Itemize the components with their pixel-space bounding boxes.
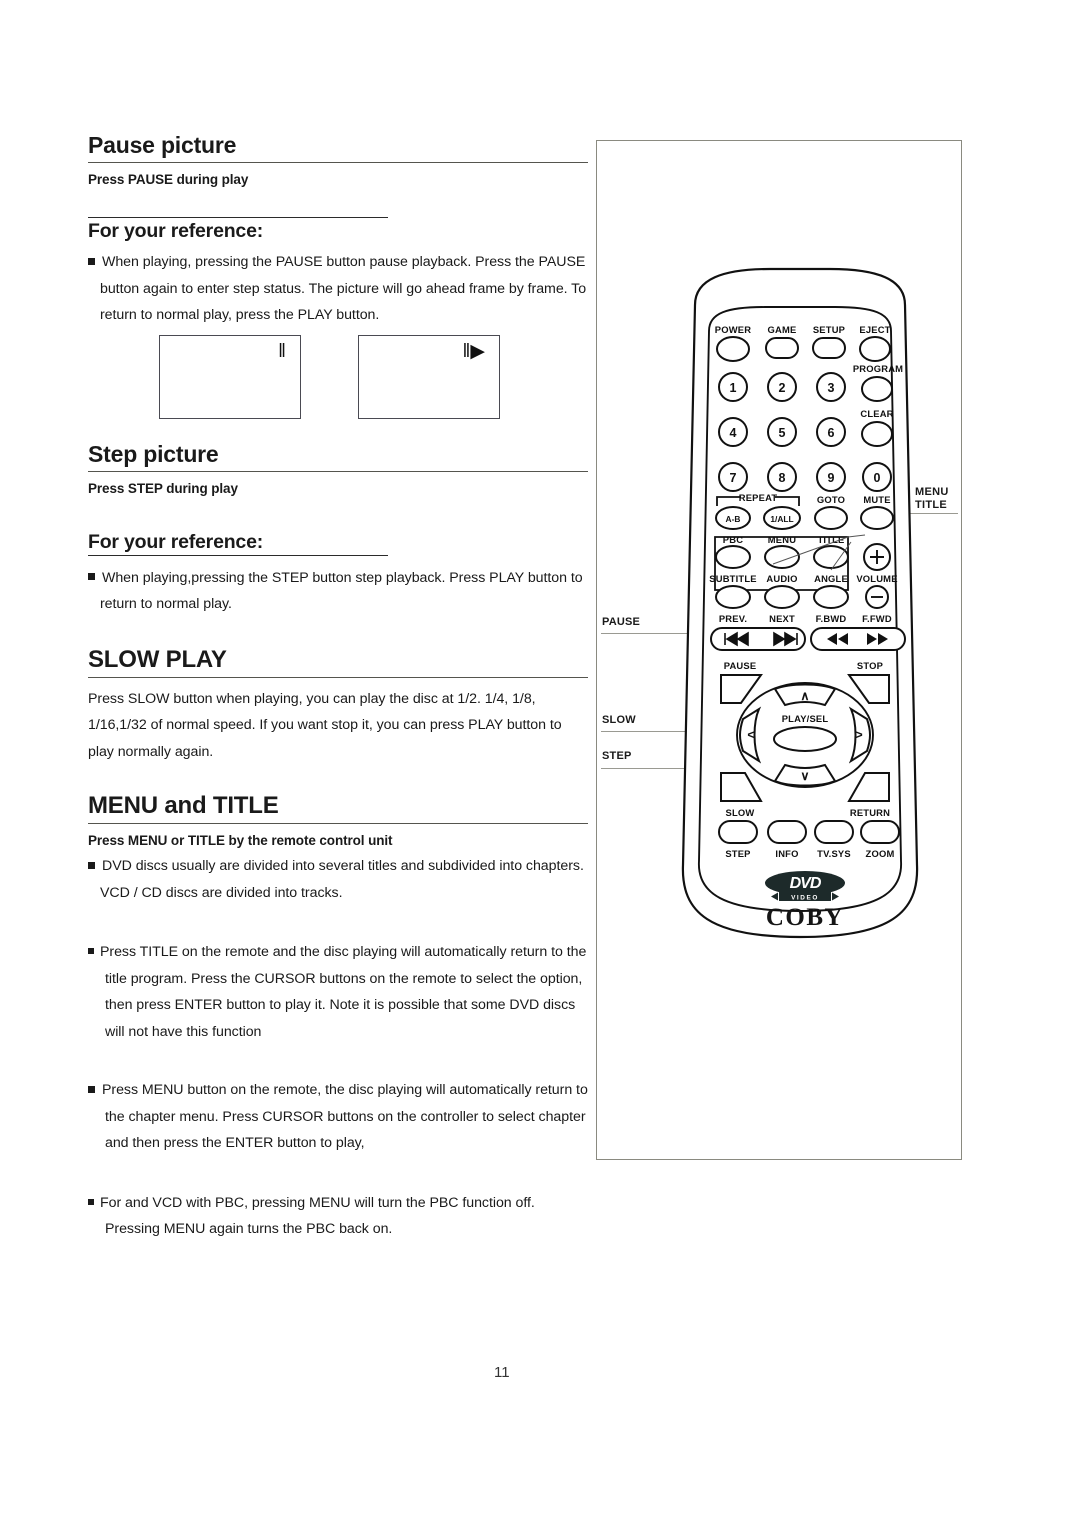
svg-text:INFO: INFO — [775, 848, 798, 859]
svg-text:COBY: COBY — [766, 904, 844, 931]
svg-text:ZOOM: ZOOM — [866, 848, 895, 859]
square-bullet-icon — [88, 861, 95, 869]
text-column: Pause picture Press PAUSE during play Fo… — [88, 132, 588, 1243]
svg-text:0: 0 — [874, 471, 881, 485]
svg-text:PBC: PBC — [723, 534, 743, 545]
svg-text:VIDEO: VIDEO — [791, 895, 819, 902]
square-bullet-icon — [88, 573, 95, 581]
svg-text:8: 8 — [779, 471, 786, 485]
svg-text:PREV.: PREV. — [719, 613, 747, 624]
callout-label-pause: PAUSE — [602, 616, 641, 628]
svg-text:PROGRAM: PROGRAM — [853, 363, 903, 374]
step-play-glyph-icon: ‖▶ — [462, 340, 485, 362]
svg-text:4: 4 — [730, 426, 737, 440]
callout-label-slow: SLOW — [602, 714, 636, 726]
tv-screen-pause: ‖ — [159, 334, 301, 419]
svg-text:PAUSE: PAUSE — [724, 660, 757, 671]
svg-text:9: 9 — [828, 471, 835, 485]
svg-text:TV.SYS: TV.SYS — [817, 848, 851, 859]
tv-screen-step: ‖▶ — [358, 334, 500, 419]
bullet-menu-title-3: Press MENU button on the remote, the dis… — [88, 1077, 588, 1157]
square-bullet-icon — [88, 1085, 95, 1093]
svg-text:ANGLE: ANGLE — [814, 573, 848, 584]
paragraph-text: When playing,pressing the STEP button st… — [100, 569, 583, 613]
svg-text:7: 7 — [730, 471, 737, 485]
reference-rule-bottom — [88, 554, 388, 556]
svg-text:AUDIO: AUDIO — [766, 573, 797, 584]
reference-heading-pause: For your reference: — [88, 220, 264, 242]
svg-text:1/ALL: 1/ALL — [770, 514, 793, 524]
svg-text:PLAY/SEL: PLAY/SEL — [782, 713, 829, 724]
bullet-menu-title-2: Press TITLE on the remote and the disc p… — [88, 939, 588, 1045]
svg-text:1: 1 — [730, 381, 737, 395]
svg-text:STEP: STEP — [725, 848, 750, 859]
svg-text:F.FWD: F.FWD — [862, 613, 892, 624]
svg-text:MENU: MENU — [768, 534, 796, 545]
svg-text:2: 2 — [779, 381, 786, 395]
svg-text:MUTE: MUTE — [863, 494, 890, 505]
svg-text:REPEAT: REPEAT — [739, 492, 778, 503]
section-caption-step-picture: Press STEP during play — [88, 480, 238, 496]
paragraph-text: When playing, pressing the PAUSE button … — [100, 254, 587, 323]
section-heading-menu-title: MENU and TITLE — [88, 792, 588, 824]
svg-text:CLEAR: CLEAR — [860, 408, 893, 419]
paragraph-text: DVD discs usually are divided into sever… — [100, 858, 584, 901]
svg-text:3: 3 — [828, 381, 835, 395]
reference-heading-step: For your reference: — [88, 530, 264, 553]
bullet-menu-title-1: DVD discs usually are divided into sever… — [88, 853, 588, 906]
svg-text:F.BWD: F.BWD — [816, 613, 847, 624]
svg-text:6: 6 — [828, 426, 835, 440]
pause-glyph-icon: ‖ — [278, 340, 286, 362]
svg-text:NEXT: NEXT — [769, 613, 795, 624]
svg-text:SLOW: SLOW — [726, 807, 755, 818]
svg-text:SUBTITLE: SUBTITLE — [709, 573, 756, 584]
tv-illustration-row: ‖ ‖▶ — [88, 334, 588, 427]
svg-text:STOP: STOP — [857, 660, 883, 671]
paragraph-step-reference: When playing,pressing the STEP button st… — [88, 565, 588, 618]
svg-text:∨: ∨ — [800, 769, 809, 783]
paragraph-text: For and VCD with PBC, pressing MENU will… — [100, 1194, 535, 1238]
paragraph-text: Press TITLE on the remote and the disc p… — [100, 944, 587, 1040]
page-number: 11 — [494, 1364, 510, 1381]
callout-label-step: STEP — [602, 750, 632, 762]
svg-text:RETURN: RETURN — [850, 807, 890, 818]
svg-text:SETUP: SETUP — [813, 324, 845, 335]
svg-text:DVD: DVD — [790, 875, 822, 892]
section-heading-step-picture: Step picture — [88, 441, 588, 472]
bullet-menu-title-4: For and VCD with PBC, pressing MENU will… — [88, 1190, 588, 1243]
section-heading-slow-play: SLOW PLAY — [88, 646, 588, 678]
svg-text:GAME: GAME — [768, 324, 797, 335]
square-bullet-icon — [88, 948, 94, 955]
section-caption-menu-title: Press MENU or TITLE by the remote contro… — [88, 833, 393, 848]
svg-text:GOTO: GOTO — [817, 494, 845, 505]
svg-text:VOLUME: VOLUME — [856, 573, 897, 584]
svg-text:5: 5 — [779, 426, 786, 440]
svg-text:POWER: POWER — [715, 324, 751, 335]
svg-text:A-B: A-B — [726, 514, 741, 524]
paragraph-text: Press MENU button on the remote, the dis… — [102, 1082, 588, 1151]
square-bullet-icon — [88, 257, 95, 265]
svg-text:<: < — [747, 728, 754, 742]
remote-control-diagram: .ol{fill:#fff;stroke:#111;stroke-width:2… — [681, 267, 919, 939]
paragraph-pause-reference: When playing, pressing the PAUSE button … — [88, 249, 588, 329]
section-heading-pause-picture: Pause picture — [88, 132, 588, 163]
section-caption-pause-picture: Press PAUSE during play — [88, 172, 249, 187]
svg-text:EJECT: EJECT — [859, 324, 890, 335]
svg-text:>: > — [855, 728, 862, 742]
paragraph-slow-play: Press SLOW button when playing, you can … — [88, 690, 562, 760]
svg-text:∧: ∧ — [800, 689, 809, 703]
square-bullet-icon — [88, 1198, 94, 1205]
